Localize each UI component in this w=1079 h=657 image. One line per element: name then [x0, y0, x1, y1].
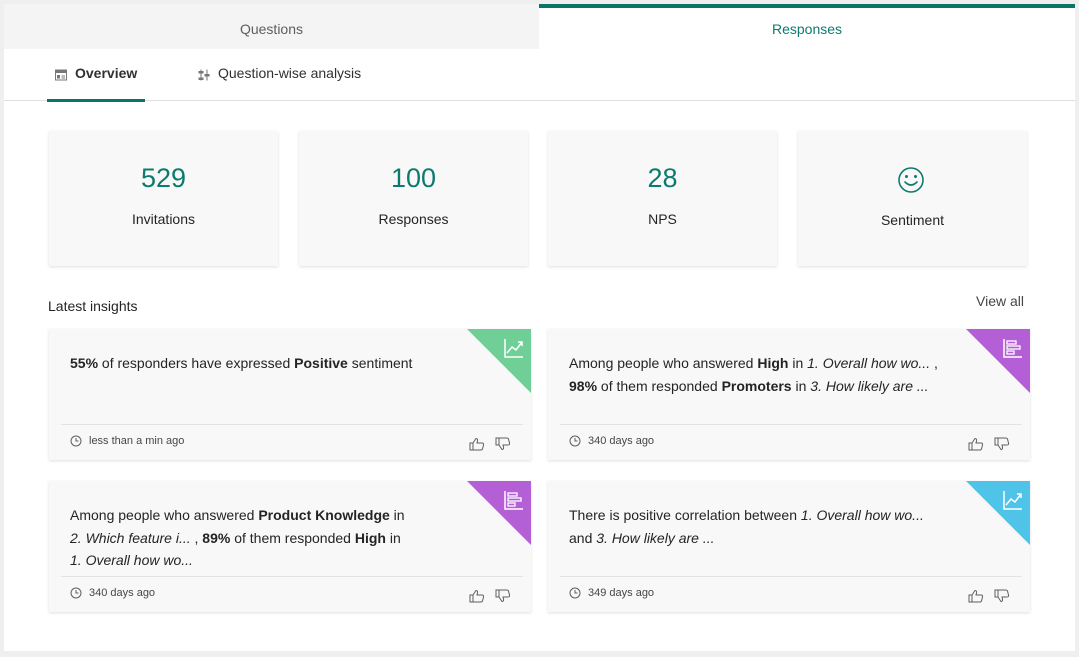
- insight-text-segment: 3. How likely are ...: [596, 529, 715, 546]
- insight-text-segment: Product Knowledge: [258, 507, 390, 523]
- subtab-question-wise-label: Question-wise analysis: [218, 65, 362, 81]
- insight-card[interactable]: Among people who answered Product Knowle…: [49, 481, 531, 612]
- insight-corner: [467, 481, 531, 545]
- trend-chart-icon: [504, 339, 523, 358]
- thumbs-up-icon[interactable]: [968, 437, 984, 451]
- overview-icon: [55, 69, 67, 81]
- insight-time: 340 days ago: [89, 587, 156, 599]
- insight-card[interactable]: Among people who answered High in 1. Ove…: [548, 329, 1030, 460]
- insight-text-segment: in: [788, 355, 808, 371]
- insight-text-segment: in: [791, 377, 811, 394]
- feedback-buttons: [968, 437, 1010, 451]
- sub-tab-bar: Overview Question-wise analysis: [4, 49, 1075, 102]
- insight-text-segment: 1. Overall how wo...: [70, 552, 193, 568]
- insight-footer: 349 days ago: [569, 587, 654, 599]
- clock-icon: [70, 587, 82, 599]
- insight-text-segment: 3. How likely are ...: [810, 377, 929, 394]
- insight-text-segment: sentiment: [347, 355, 413, 371]
- metric-card-responses: 100 Responses: [299, 131, 528, 266]
- metric-label: Sentiment: [880, 212, 945, 228]
- insight-text-segment: 1. Overall how wo...: [807, 355, 931, 371]
- insight-text-segment: Promoters: [721, 377, 792, 394]
- insight-text-segment: of them responded: [597, 377, 722, 394]
- clock-icon: [569, 587, 581, 599]
- insight-corner: [467, 329, 531, 393]
- insight-footer: less than a min ago: [70, 435, 184, 447]
- subtab-question-wise[interactable]: Question-wise analysis: [198, 65, 361, 101]
- subtab-overview[interactable]: Overview: [47, 65, 146, 102]
- insight-footer: 340 days ago: [569, 435, 654, 447]
- tab-questions[interactable]: Questions: [4, 4, 539, 49]
- bar-chart-icon: [1003, 339, 1022, 358]
- top-tab-bar: Questions Responses: [4, 4, 1075, 49]
- metric-card-nps: 28 NPS: [548, 131, 777, 266]
- insight-text-segment: Among people who answered: [569, 355, 758, 371]
- feedback-buttons: [968, 589, 1010, 603]
- metric-value: 100: [390, 163, 437, 193]
- tab-responses-label: Responses: [771, 20, 843, 37]
- divider: [61, 424, 523, 425]
- insight-text-segment: There is positive correlation between: [569, 507, 801, 523]
- metric-card-sentiment: Sentiment: [798, 131, 1027, 266]
- insight-text-segment: and: [569, 529, 597, 546]
- insight-text-segment: Among people who answered: [70, 507, 259, 523]
- insight-time: less than a min ago: [89, 435, 185, 447]
- tab-responses[interactable]: Responses: [539, 4, 1075, 49]
- insight-footer: 340 days ago: [70, 587, 155, 599]
- view-all-link[interactable]: View all: [976, 293, 1024, 309]
- insight-text-segment: 55%: [70, 355, 99, 371]
- thumbs-down-icon[interactable]: [994, 589, 1010, 603]
- metric-card-invitations: 529 Invitations: [49, 131, 278, 266]
- insight-text-segment: ,: [190, 529, 203, 546]
- insight-text-segment: High: [354, 529, 386, 546]
- insight-time: 340 days ago: [588, 435, 655, 447]
- insight-text: There is positive correlation between 1.…: [569, 504, 959, 549]
- divider: [61, 576, 523, 577]
- insight-text-segment: 89%: [202, 529, 231, 546]
- insight-text-segment: 2. Which feature i...: [70, 529, 191, 546]
- smiley-icon: [898, 167, 924, 193]
- tab-questions-label: Questions: [239, 20, 304, 37]
- thumbs-up-icon[interactable]: [469, 437, 485, 451]
- insight-text-segment: ,: [930, 355, 938, 371]
- metric-value: 529: [140, 163, 187, 193]
- insight-text-segment: of them responded: [230, 529, 355, 546]
- insight-text: 55% of responders have expressed Positiv…: [70, 352, 460, 375]
- insight-text-segment: in: [385, 529, 401, 546]
- feedback-buttons: [469, 589, 511, 603]
- insight-text: Among people who answered High in 1. Ove…: [569, 352, 959, 397]
- metric-value: 28: [647, 163, 678, 193]
- insight-card[interactable]: 55% of responders have expressed Positiv…: [49, 329, 531, 460]
- insight-text-segment: 1. Overall how wo...: [800, 507, 924, 523]
- insight-card[interactable]: There is positive correlation between 1.…: [548, 481, 1030, 612]
- insight-text-segment: of responders have expressed: [98, 355, 295, 371]
- metric-label: NPS: [648, 211, 677, 227]
- thumbs-down-icon[interactable]: [495, 437, 511, 451]
- thumbs-down-icon[interactable]: [495, 589, 511, 603]
- insight-corner: [966, 481, 1030, 545]
- insight-corner: [966, 329, 1030, 393]
- subtab-overview-label: Overview: [75, 65, 138, 81]
- feedback-buttons: [469, 437, 511, 451]
- divider: [560, 576, 1022, 577]
- bar-chart-icon: [504, 491, 523, 510]
- latest-insights-title: Latest insights: [48, 298, 138, 314]
- insight-time: 349 days ago: [588, 587, 655, 599]
- divider: [560, 424, 1022, 425]
- insight-text: Among people who answered Product Knowle…: [70, 504, 460, 572]
- insight-text-segment: in: [389, 507, 405, 523]
- clock-icon: [569, 435, 581, 447]
- question-analysis-icon: [198, 69, 210, 81]
- insight-text-segment: High: [757, 355, 789, 371]
- responses-page: Questions Responses Overview Question-wi…: [4, 4, 1075, 651]
- trend-chart-icon: [1003, 491, 1022, 510]
- insight-text-segment: 98%: [569, 377, 598, 394]
- thumbs-down-icon[interactable]: [994, 437, 1010, 451]
- metric-label: Responses: [378, 211, 449, 227]
- clock-icon: [70, 435, 82, 447]
- thumbs-up-icon[interactable]: [469, 589, 485, 603]
- metric-label: Invitations: [131, 211, 196, 227]
- thumbs-up-icon[interactable]: [968, 589, 984, 603]
- insight-text-segment: Positive: [294, 355, 348, 371]
